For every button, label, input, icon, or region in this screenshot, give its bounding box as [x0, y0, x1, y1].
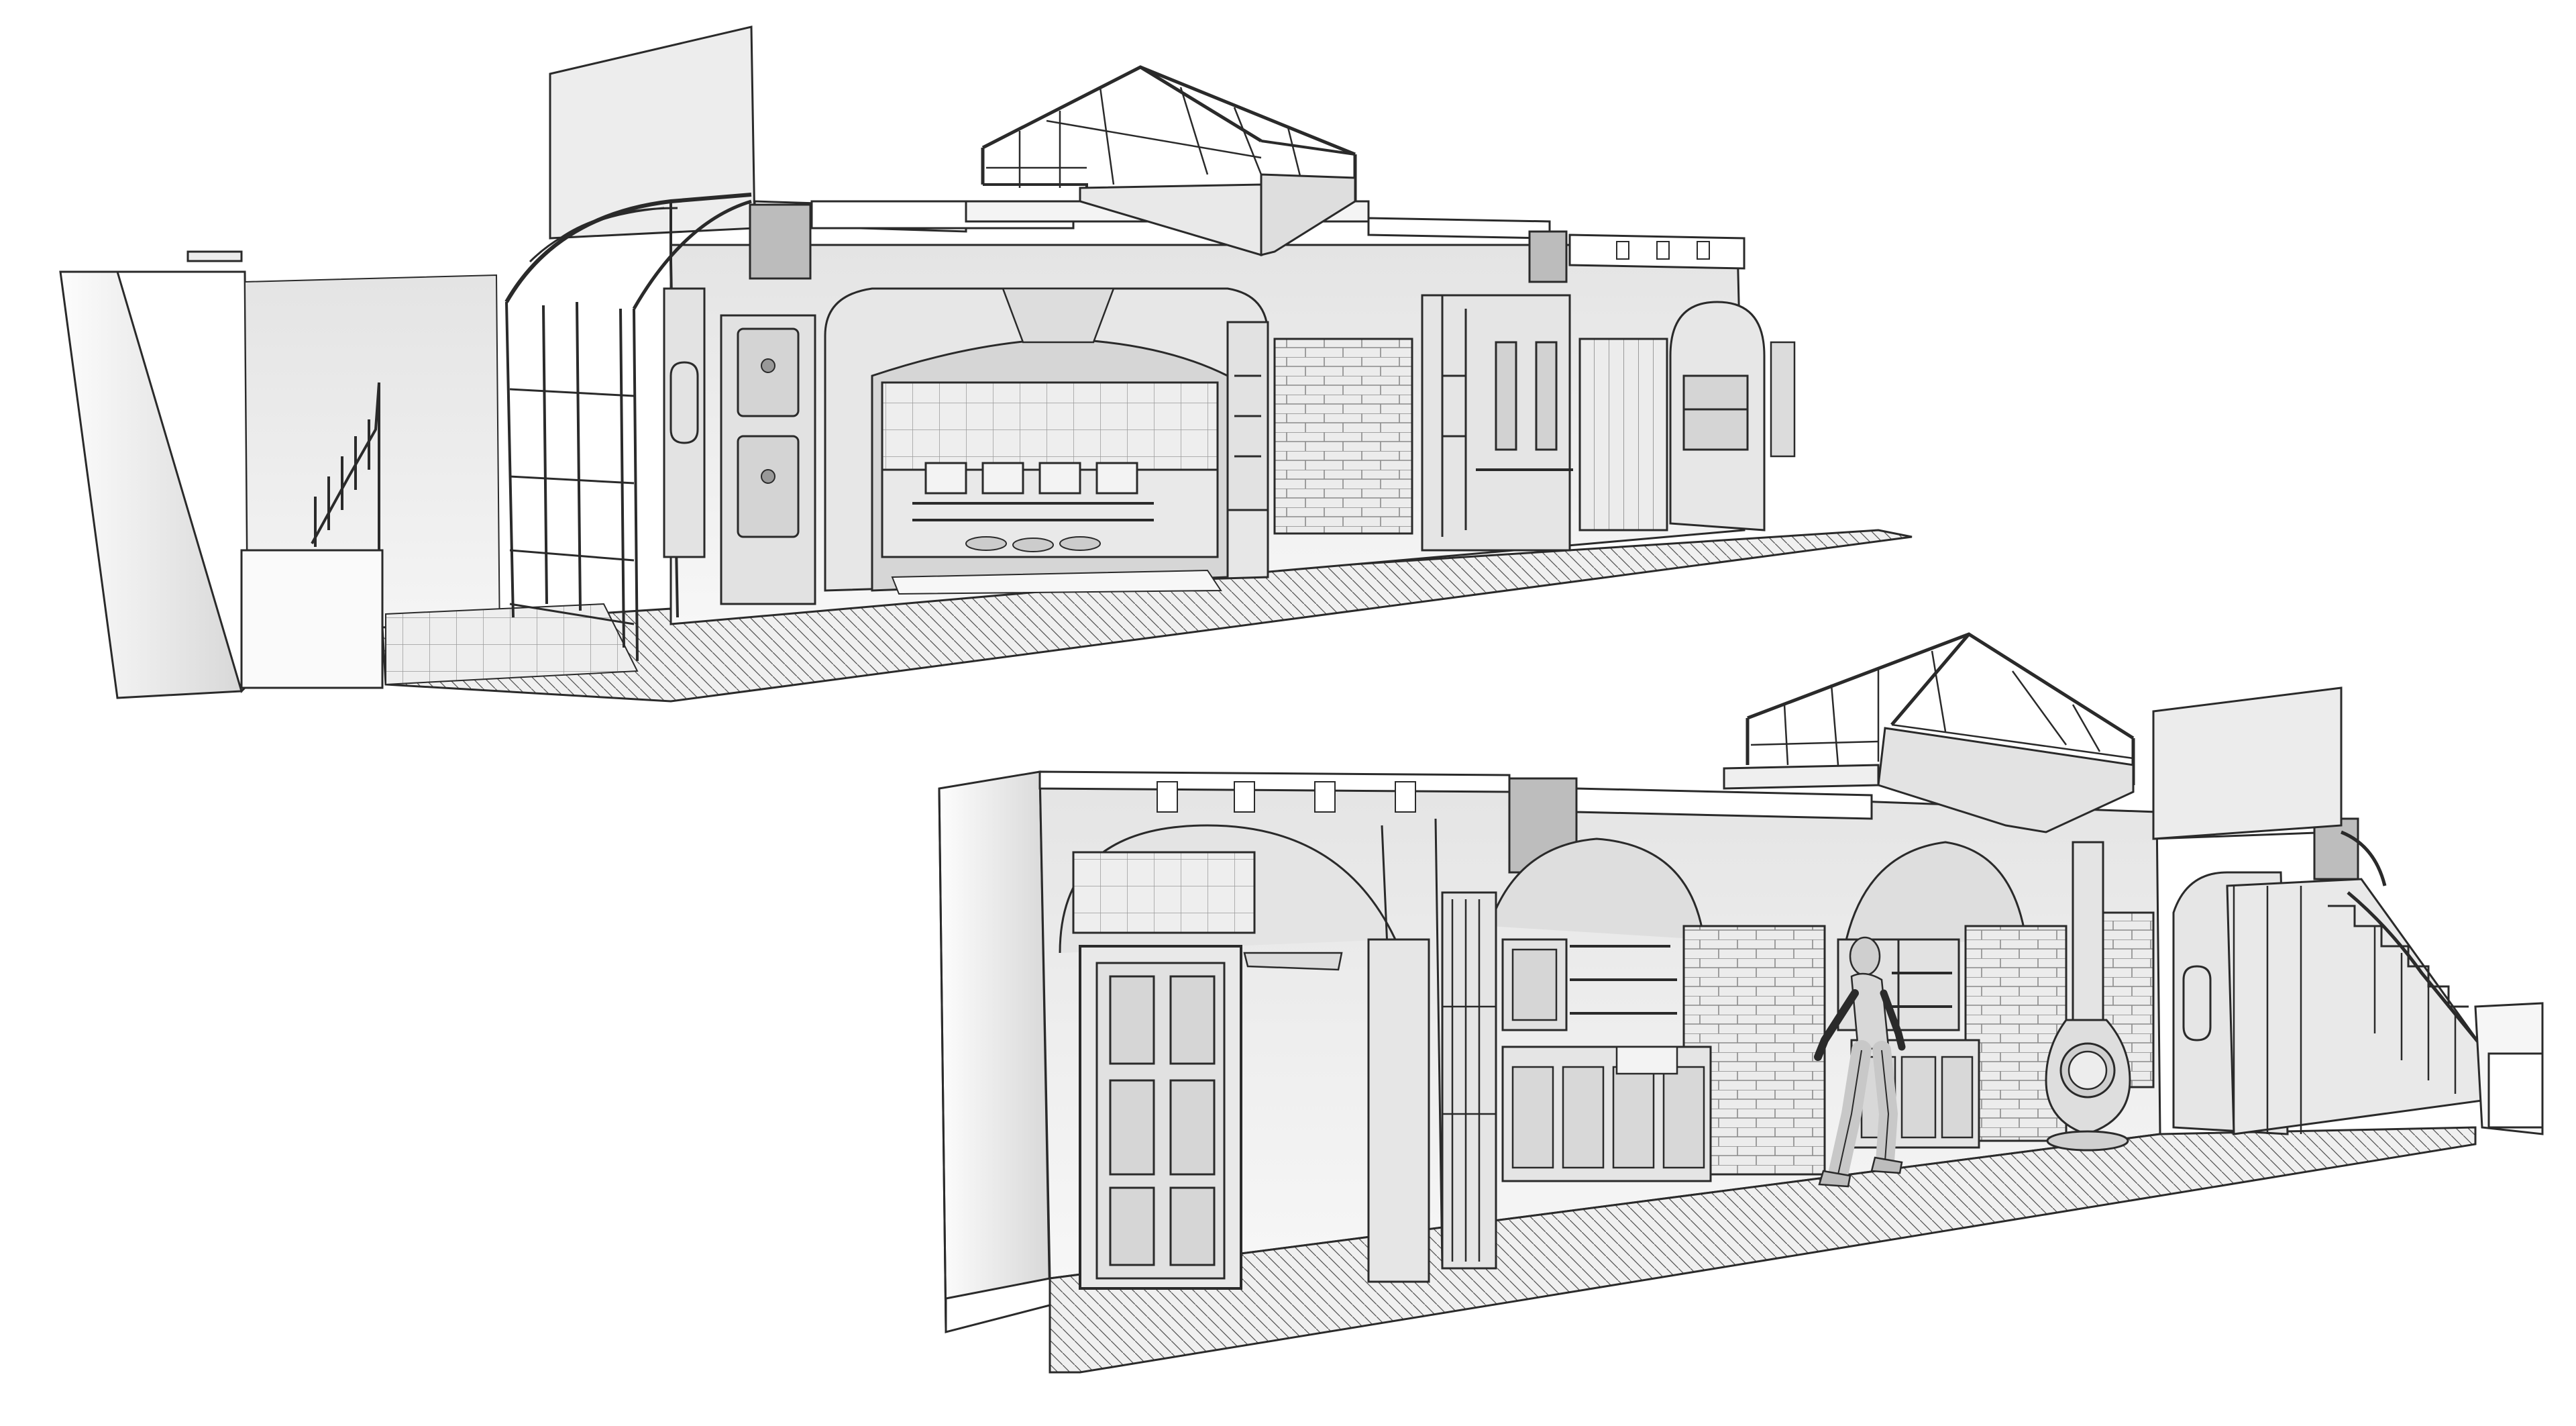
upper-view	[59, 26, 1913, 703]
column	[2072, 841, 2104, 1025]
rear-tall-wall	[2152, 686, 2343, 840]
lower-view	[938, 632, 2544, 1374]
rear-tall-wall	[549, 26, 756, 240]
glazed-doors	[1421, 294, 1573, 552]
pilaster-panel	[663, 287, 706, 558]
planked-wall	[1578, 338, 1668, 531]
oven-doors	[720, 314, 816, 605]
brick-wall	[1273, 338, 1413, 535]
upper-window	[1072, 851, 1256, 934]
architectural-section-diagram	[59, 26, 2544, 1374]
brick-splashback	[1964, 925, 2068, 1142]
glazed-screen	[1441, 891, 1497, 1270]
arched-dresser	[1669, 301, 1796, 531]
side-shelf	[1226, 321, 1269, 511]
end-wall	[938, 770, 1051, 1333]
courtyard-paving	[385, 603, 639, 686]
